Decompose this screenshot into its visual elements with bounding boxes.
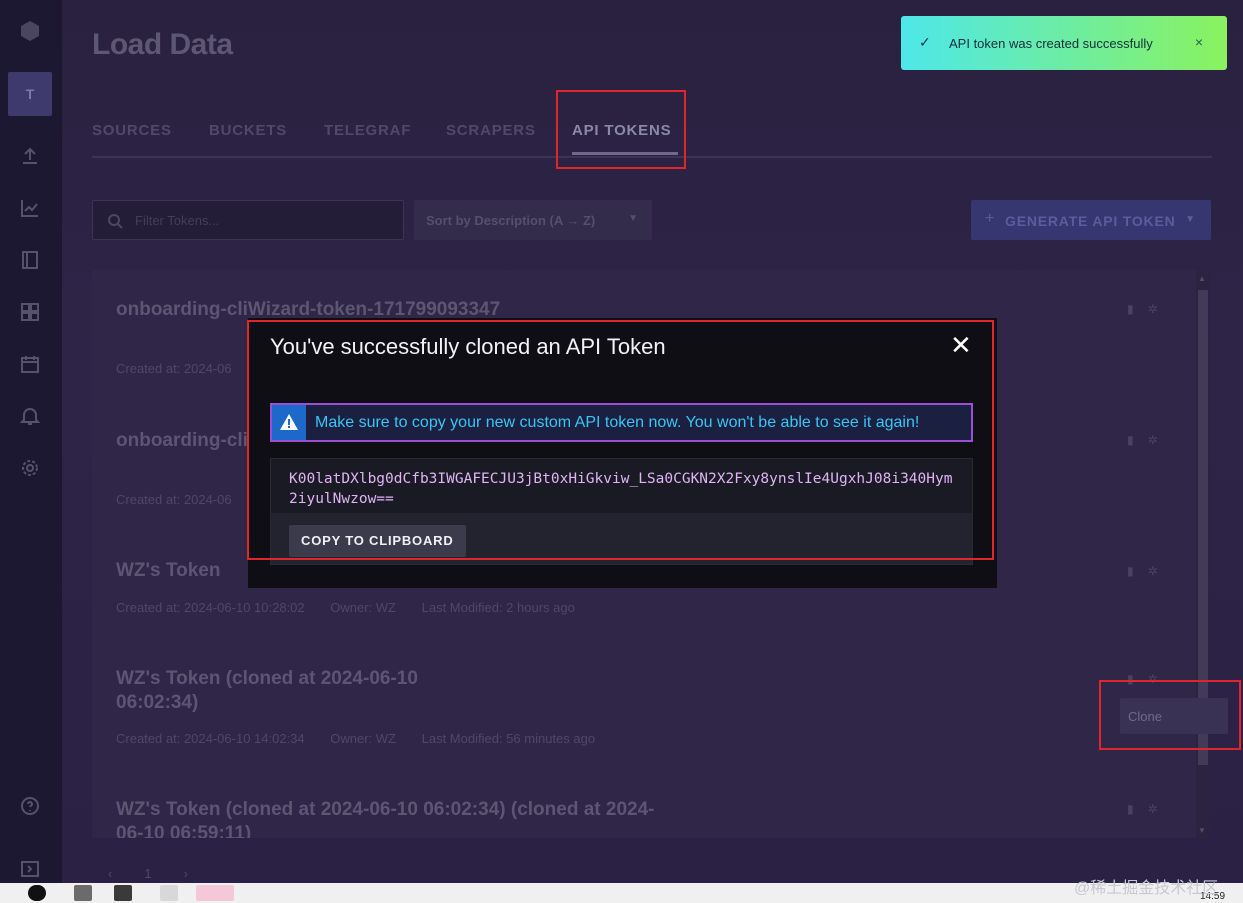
- expand-nav-icon[interactable]: [20, 860, 40, 880]
- toast-close-icon[interactable]: ×: [1195, 34, 1203, 50]
- file-explorer-icon[interactable]: [74, 885, 92, 901]
- start-icon[interactable]: [28, 885, 46, 901]
- tab-telegraf[interactable]: TELEGRAF: [324, 122, 411, 139]
- page-title: Load Data: [92, 28, 233, 61]
- tab-sources[interactable]: SOURCES: [92, 122, 172, 139]
- watermark: @稀土掘金技术社区: [1074, 880, 1219, 897]
- os-taskbar: 14:59: [0, 883, 1243, 903]
- caret-down-icon: ▼: [628, 213, 638, 224]
- generate-api-token-button[interactable]: + GENERATE API TOKEN ▼: [971, 200, 1211, 240]
- filter-tokens-input[interactable]: Filter Tokens...: [92, 200, 404, 240]
- token-owner: Owner: WZ: [330, 731, 396, 746]
- highlight-box-api-tokens: [556, 90, 686, 169]
- token-meta: Created at: 2024-06: [116, 361, 254, 376]
- token-actions: ▮ ✲: [1127, 802, 1172, 816]
- terminal-icon[interactable]: [114, 885, 132, 901]
- tab-buckets[interactable]: BUCKETS: [209, 122, 287, 139]
- graph-icon[interactable]: [20, 198, 40, 218]
- token-owner: Owner: WZ: [330, 600, 396, 615]
- tab-scrapers[interactable]: SCRAPERS: [446, 122, 536, 139]
- filter-placeholder: Filter Tokens...: [135, 213, 220, 228]
- token-meta: Created at: 2024-06-10 10:28:02 Owner: W…: [116, 600, 597, 615]
- calendar-icon[interactable]: [20, 354, 40, 374]
- pen-icon[interactable]: [160, 885, 178, 901]
- trash-icon[interactable]: ▮: [1127, 802, 1134, 816]
- highlight-box-clone: [1099, 680, 1241, 750]
- trash-icon[interactable]: ▮: [1127, 564, 1134, 578]
- sort-label: Sort by Description (A → Z): [426, 213, 596, 228]
- influxdb-logo-icon[interactable]: [19, 20, 41, 42]
- prev-page-icon[interactable]: ‹: [108, 866, 112, 881]
- toast-message: API token was created successfully: [949, 36, 1153, 51]
- token-created: Created at: 2024-06-10 10:28:02: [116, 600, 305, 615]
- bell-icon[interactable]: [19, 406, 41, 426]
- token-name[interactable]: WZ's Token (cloned at 2024-06-10 06:02:3…: [116, 798, 676, 838]
- highlight-box-modal: [247, 320, 994, 560]
- token-actions: ▮ ✲: [1127, 433, 1172, 447]
- org-avatar[interactable]: T: [8, 72, 52, 116]
- upload-icon[interactable]: [20, 146, 40, 166]
- token-card: WZ's Token (cloned at 2024-06-10 06:02:3…: [92, 640, 1197, 770]
- check-icon: ✓: [919, 34, 931, 50]
- wechat-icon[interactable]: [196, 885, 234, 901]
- page-number[interactable]: 1: [144, 866, 151, 881]
- caret-down-icon: ▼: [1185, 214, 1195, 225]
- next-page-icon[interactable]: ›: [184, 866, 188, 881]
- token-name[interactable]: WZ's Token (cloned at 2024-06-10 06:02:3…: [116, 667, 446, 715]
- book-icon[interactable]: [20, 250, 40, 270]
- trash-icon[interactable]: ▮: [1127, 433, 1134, 447]
- token-actions: ▮ ✲: [1127, 564, 1172, 578]
- gear-icon[interactable]: ✲: [1148, 302, 1158, 316]
- gear-icon[interactable]: ✲: [1148, 433, 1158, 447]
- sort-dropdown[interactable]: Sort by Description (A → Z) ▼: [414, 200, 652, 240]
- token-card: WZ's Token (cloned at 2024-06-10 06:02:3…: [92, 770, 1197, 838]
- scroll-up-icon[interactable]: ▲: [1198, 274, 1206, 283]
- pagination: ‹ 1 ›: [108, 866, 220, 881]
- gear-icon[interactable]: ✲: [1148, 802, 1158, 816]
- token-meta: Created at: 2024-06: [116, 492, 254, 507]
- generate-label: GENERATE API TOKEN: [1005, 213, 1176, 229]
- token-actions: ▮ ✲: [1127, 302, 1172, 316]
- gear-icon[interactable]: [20, 458, 40, 478]
- search-icon: [107, 213, 123, 229]
- token-meta: Created at: 2024-06-10 14:02:34 Owner: W…: [116, 731, 617, 746]
- side-nav: T: [0, 0, 62, 883]
- trash-icon[interactable]: ▮: [1127, 302, 1134, 316]
- dashboard-icon[interactable]: [20, 302, 40, 322]
- token-created: Created at: 2024-06: [116, 492, 232, 507]
- success-toast: ✓ API token was created successfully ×: [901, 16, 1227, 70]
- token-created: Created at: 2024-06-10 14:02:34: [116, 731, 305, 746]
- gear-icon[interactable]: ✲: [1148, 564, 1158, 578]
- token-modified: Last Modified: 56 minutes ago: [421, 731, 596, 746]
- help-icon[interactable]: [20, 796, 40, 816]
- token-created: Created at: 2024-06: [116, 361, 232, 376]
- scroll-down-icon[interactable]: ▼: [1198, 826, 1206, 835]
- plus-icon: +: [985, 210, 995, 227]
- token-modified: Last Modified: 2 hours ago: [421, 600, 575, 615]
